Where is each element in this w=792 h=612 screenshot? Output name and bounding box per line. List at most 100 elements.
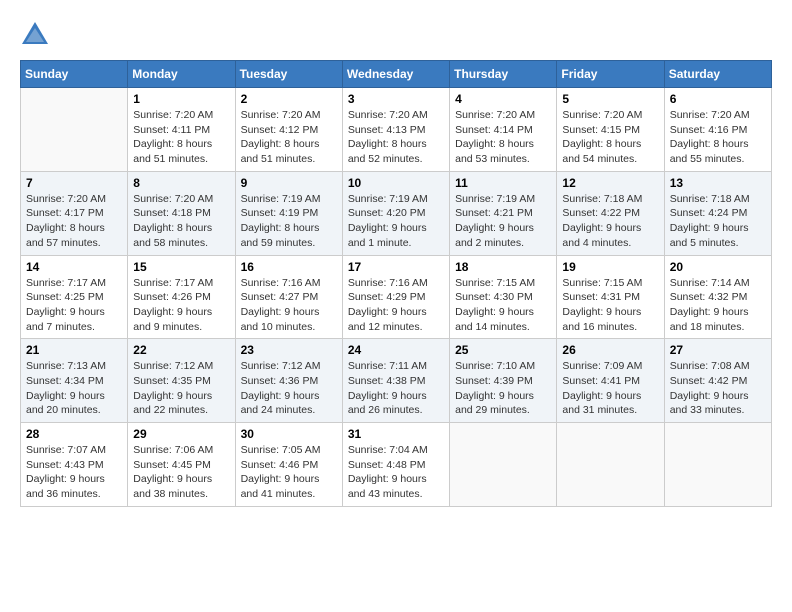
col-header-saturday: Saturday xyxy=(664,61,771,88)
day-detail: Sunrise: 7:20 AMSunset: 4:16 PMDaylight:… xyxy=(670,108,766,167)
day-detail: Sunrise: 7:09 AMSunset: 4:41 PMDaylight:… xyxy=(562,359,658,418)
calendar-cell: 4 Sunrise: 7:20 AMSunset: 4:14 PMDaylight… xyxy=(450,88,557,172)
calendar-cell: 19 Sunrise: 7:15 AMSunset: 4:31 PMDayligh… xyxy=(557,255,664,339)
day-number: 9 xyxy=(241,176,337,190)
day-number: 11 xyxy=(455,176,551,190)
day-detail: Sunrise: 7:20 AMSunset: 4:13 PMDaylight:… xyxy=(348,108,444,167)
calendar-cell: 15 Sunrise: 7:17 AMSunset: 4:26 PMDayligh… xyxy=(128,255,235,339)
day-number: 14 xyxy=(26,260,122,274)
day-detail: Sunrise: 7:20 AMSunset: 4:17 PMDaylight:… xyxy=(26,192,122,251)
day-detail: Sunrise: 7:20 AMSunset: 4:15 PMDaylight:… xyxy=(562,108,658,167)
day-detail: Sunrise: 7:04 AMSunset: 4:48 PMDaylight:… xyxy=(348,443,444,502)
day-number: 22 xyxy=(133,343,229,357)
day-detail: Sunrise: 7:14 AMSunset: 4:32 PMDaylight:… xyxy=(670,276,766,335)
calendar-table: SundayMondayTuesdayWednesdayThursdayFrid… xyxy=(20,60,772,507)
calendar-week-row: 14 Sunrise: 7:17 AMSunset: 4:25 PMDayligh… xyxy=(21,255,772,339)
day-number: 26 xyxy=(562,343,658,357)
day-detail: Sunrise: 7:18 AMSunset: 4:24 PMDaylight:… xyxy=(670,192,766,251)
calendar-cell: 24 Sunrise: 7:11 AMSunset: 4:38 PMDayligh… xyxy=(342,339,449,423)
day-number: 25 xyxy=(455,343,551,357)
calendar-week-row: 7Sunrise: 7:20 AMSunset: 4:17 PMDaylight… xyxy=(21,171,772,255)
day-detail: Sunrise: 7:12 AMSunset: 4:36 PMDaylight:… xyxy=(241,359,337,418)
calendar-cell: 28 Sunrise: 7:07 AMSunset: 4:43 PMDayligh… xyxy=(21,423,128,507)
col-header-thursday: Thursday xyxy=(450,61,557,88)
calendar-cell xyxy=(557,423,664,507)
day-detail: Sunrise: 7:15 AMSunset: 4:30 PMDaylight:… xyxy=(455,276,551,335)
calendar-cell: 25 Sunrise: 7:10 AMSunset: 4:39 PMDayligh… xyxy=(450,339,557,423)
day-number: 23 xyxy=(241,343,337,357)
day-number: 29 xyxy=(133,427,229,441)
calendar-cell: 31 Sunrise: 7:04 AMSunset: 4:48 PMDayligh… xyxy=(342,423,449,507)
day-detail: Sunrise: 7:16 AMSunset: 4:27 PMDaylight:… xyxy=(241,276,337,335)
calendar-cell: 2Sunrise: 7:20 AMSunset: 4:12 PMDaylight… xyxy=(235,88,342,172)
day-number: 19 xyxy=(562,260,658,274)
day-detail: Sunrise: 7:13 AMSunset: 4:34 PMDaylight:… xyxy=(26,359,122,418)
day-detail: Sunrise: 7:17 AMSunset: 4:26 PMDaylight:… xyxy=(133,276,229,335)
day-detail: Sunrise: 7:11 AMSunset: 4:38 PMDaylight:… xyxy=(348,359,444,418)
col-header-sunday: Sunday xyxy=(21,61,128,88)
day-number: 18 xyxy=(455,260,551,274)
day-number: 16 xyxy=(241,260,337,274)
day-detail: Sunrise: 7:17 AMSunset: 4:25 PMDaylight:… xyxy=(26,276,122,335)
logo-icon xyxy=(20,20,50,50)
day-number: 5 xyxy=(562,92,658,106)
day-detail: Sunrise: 7:19 AMSunset: 4:20 PMDaylight:… xyxy=(348,192,444,251)
day-number: 24 xyxy=(348,343,444,357)
calendar-cell: 5 Sunrise: 7:20 AMSunset: 4:15 PMDaylight… xyxy=(557,88,664,172)
calendar-cell: 18 Sunrise: 7:15 AMSunset: 4:30 PMDayligh… xyxy=(450,255,557,339)
day-detail: Sunrise: 7:20 AMSunset: 4:11 PMDaylight:… xyxy=(133,108,229,167)
calendar-cell: 27 Sunrise: 7:08 AMSunset: 4:42 PMDayligh… xyxy=(664,339,771,423)
day-detail: Sunrise: 7:07 AMSunset: 4:43 PMDaylight:… xyxy=(26,443,122,502)
logo xyxy=(20,20,52,50)
day-number: 20 xyxy=(670,260,766,274)
calendar-cell: 29 Sunrise: 7:06 AMSunset: 4:45 PMDayligh… xyxy=(128,423,235,507)
day-number: 31 xyxy=(348,427,444,441)
calendar-week-row: 28 Sunrise: 7:07 AMSunset: 4:43 PMDayligh… xyxy=(21,423,772,507)
day-number: 12 xyxy=(562,176,658,190)
calendar-cell: 6Sunrise: 7:20 AMSunset: 4:16 PMDaylight… xyxy=(664,88,771,172)
day-detail: Sunrise: 7:19 AMSunset: 4:21 PMDaylight:… xyxy=(455,192,551,251)
day-detail: Sunrise: 7:20 AMSunset: 4:18 PMDaylight:… xyxy=(133,192,229,251)
calendar-week-row: 1 Sunrise: 7:20 AMSunset: 4:11 PMDaylight… xyxy=(21,88,772,172)
calendar-cell xyxy=(450,423,557,507)
calendar-cell xyxy=(21,88,128,172)
day-number: 30 xyxy=(241,427,337,441)
day-number: 10 xyxy=(348,176,444,190)
day-detail: Sunrise: 7:06 AMSunset: 4:45 PMDaylight:… xyxy=(133,443,229,502)
calendar-week-row: 21 Sunrise: 7:13 AMSunset: 4:34 PMDayligh… xyxy=(21,339,772,423)
day-number: 13 xyxy=(670,176,766,190)
day-detail: Sunrise: 7:19 AMSunset: 4:19 PMDaylight:… xyxy=(241,192,337,251)
day-number: 4 xyxy=(455,92,551,106)
page-header xyxy=(20,20,772,50)
day-number: 8 xyxy=(133,176,229,190)
day-number: 17 xyxy=(348,260,444,274)
calendar-cell: 21 Sunrise: 7:13 AMSunset: 4:34 PMDayligh… xyxy=(21,339,128,423)
calendar-cell: 20 Sunrise: 7:14 AMSunset: 4:32 PMDayligh… xyxy=(664,255,771,339)
day-detail: Sunrise: 7:08 AMSunset: 4:42 PMDaylight:… xyxy=(670,359,766,418)
calendar-cell: 26 Sunrise: 7:09 AMSunset: 4:41 PMDayligh… xyxy=(557,339,664,423)
calendar-cell: 10 Sunrise: 7:19 AMSunset: 4:20 PMDayligh… xyxy=(342,171,449,255)
calendar-cell: 11 Sunrise: 7:19 AMSunset: 4:21 PMDayligh… xyxy=(450,171,557,255)
day-detail: Sunrise: 7:10 AMSunset: 4:39 PMDaylight:… xyxy=(455,359,551,418)
calendar-cell: 1 Sunrise: 7:20 AMSunset: 4:11 PMDaylight… xyxy=(128,88,235,172)
calendar-cell: 3 Sunrise: 7:20 AMSunset: 4:13 PMDaylight… xyxy=(342,88,449,172)
calendar-cell: 8 Sunrise: 7:20 AMSunset: 4:18 PMDaylight… xyxy=(128,171,235,255)
day-number: 2 xyxy=(241,92,337,106)
day-number: 21 xyxy=(26,343,122,357)
col-header-friday: Friday xyxy=(557,61,664,88)
calendar-cell: 16 Sunrise: 7:16 AMSunset: 4:27 PMDayligh… xyxy=(235,255,342,339)
day-number: 28 xyxy=(26,427,122,441)
calendar-cell: 13 Sunrise: 7:18 AMSunset: 4:24 PMDayligh… xyxy=(664,171,771,255)
calendar-cell: 9 Sunrise: 7:19 AMSunset: 4:19 PMDaylight… xyxy=(235,171,342,255)
day-number: 1 xyxy=(133,92,229,106)
day-detail: Sunrise: 7:16 AMSunset: 4:29 PMDaylight:… xyxy=(348,276,444,335)
day-number: 3 xyxy=(348,92,444,106)
col-header-monday: Monday xyxy=(128,61,235,88)
day-detail: Sunrise: 7:20 AMSunset: 4:14 PMDaylight:… xyxy=(455,108,551,167)
day-number: 15 xyxy=(133,260,229,274)
day-detail: Sunrise: 7:18 AMSunset: 4:22 PMDaylight:… xyxy=(562,192,658,251)
day-number: 27 xyxy=(670,343,766,357)
day-detail: Sunrise: 7:05 AMSunset: 4:46 PMDaylight:… xyxy=(241,443,337,502)
day-detail: Sunrise: 7:15 AMSunset: 4:31 PMDaylight:… xyxy=(562,276,658,335)
calendar-cell: 22Sunrise: 7:12 AMSunset: 4:35 PMDayligh… xyxy=(128,339,235,423)
